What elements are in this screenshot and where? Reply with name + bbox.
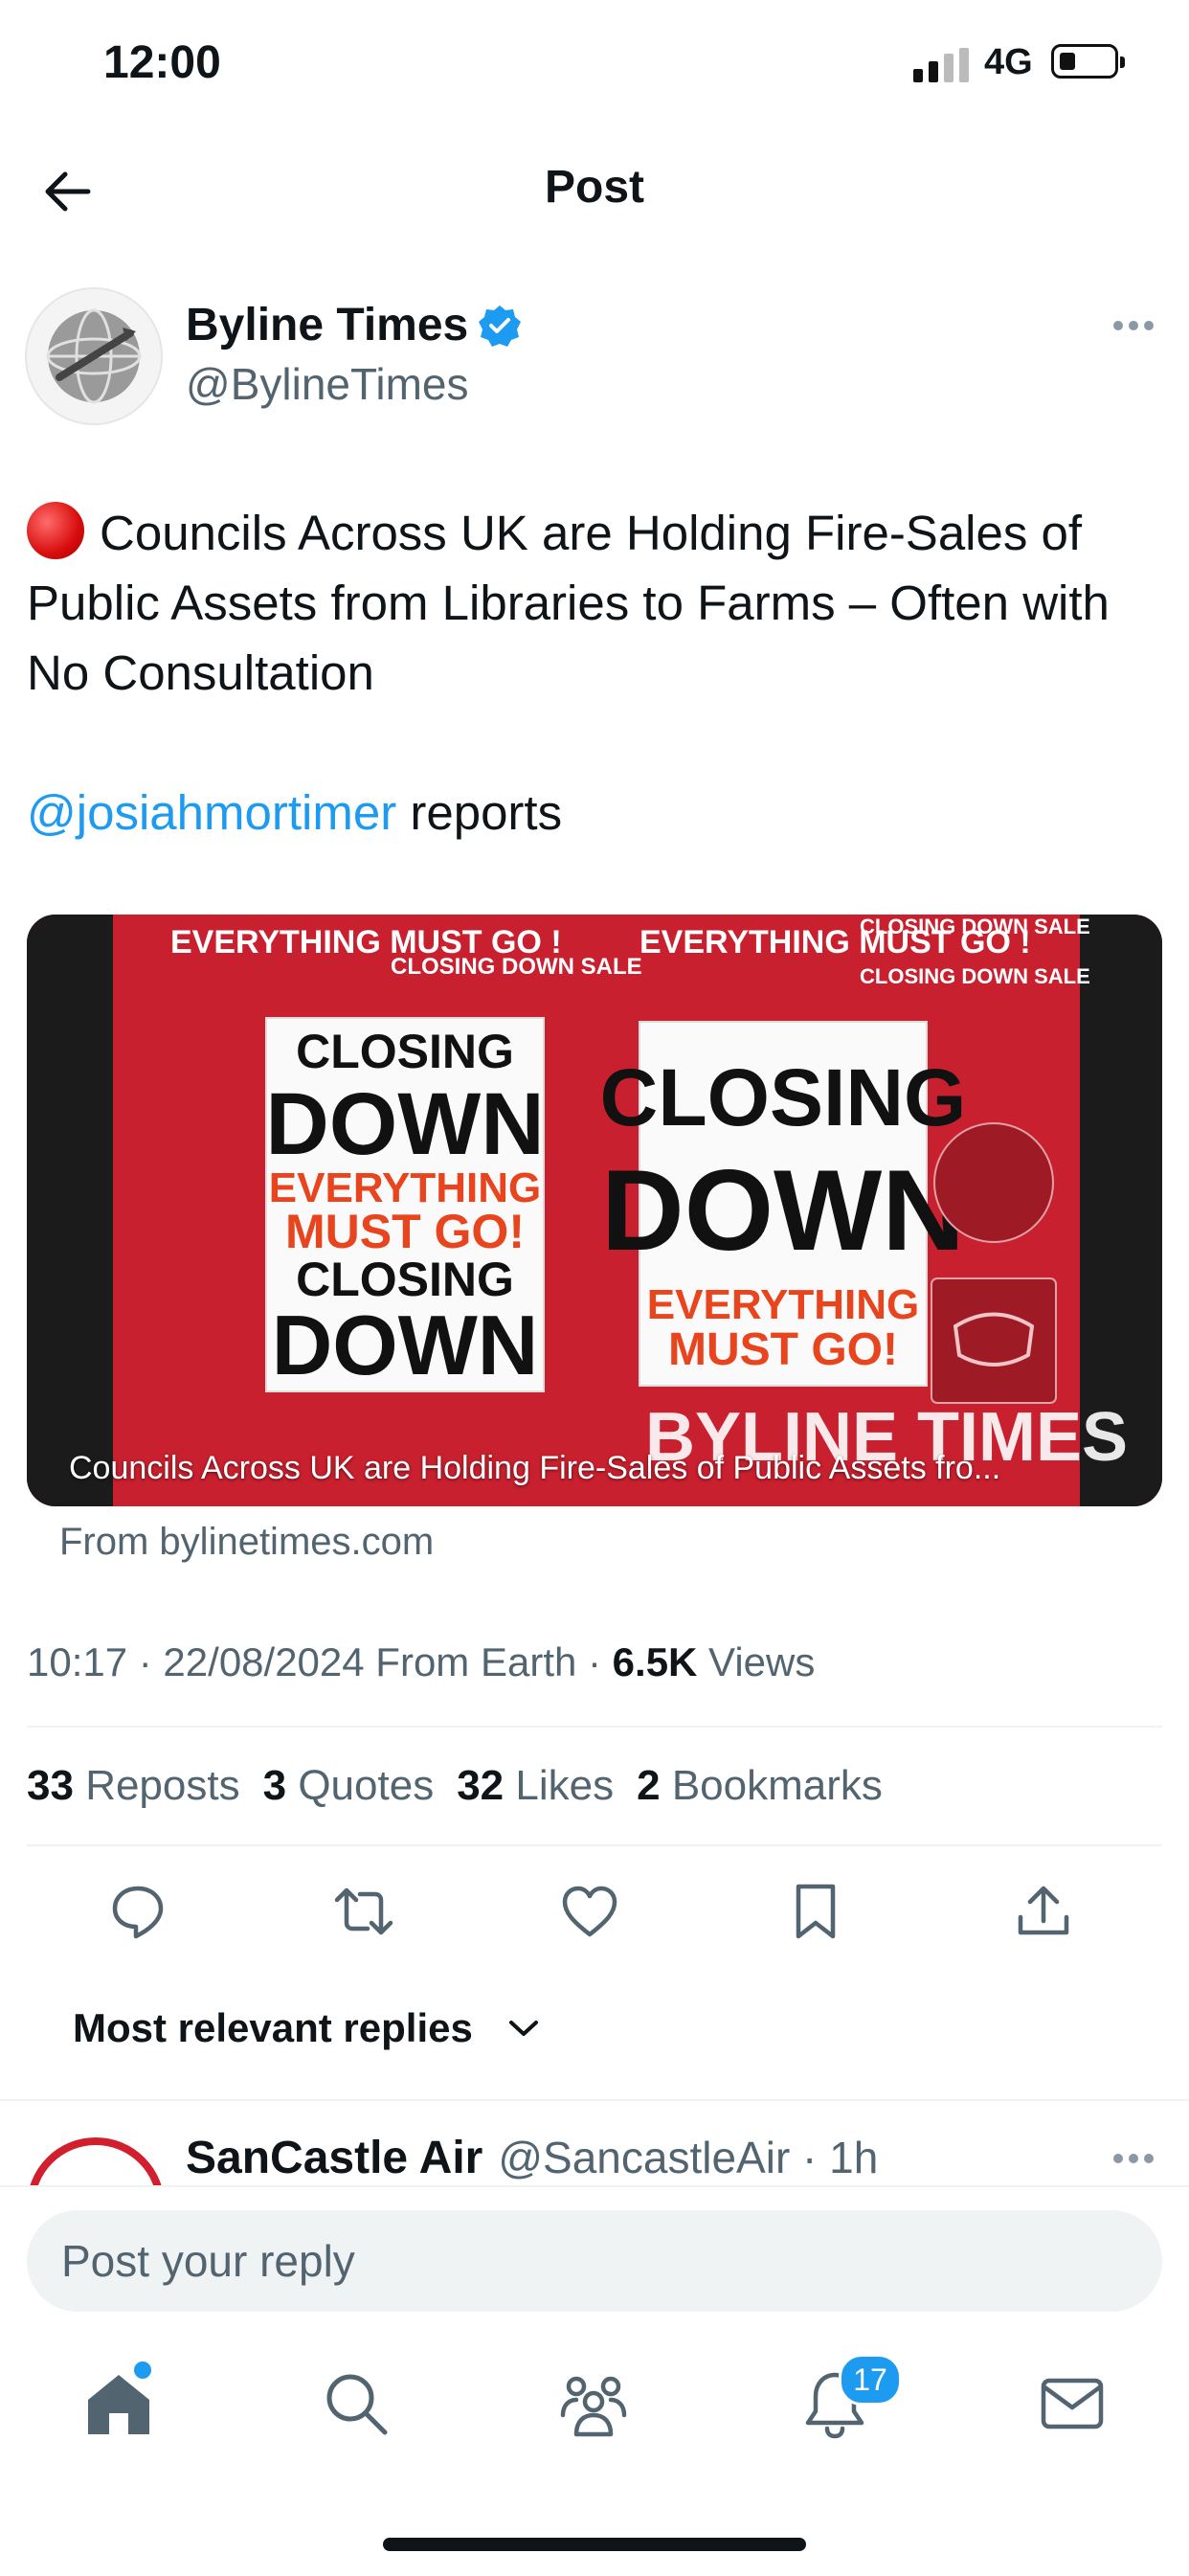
battery-icon — [1051, 44, 1125, 79]
network-type: 4G — [984, 42, 1033, 82]
author-name[interactable]: Byline Times — [186, 299, 522, 351]
link-card[interactable]: EVERYTHING MUST GO ! CLOSING DOWN SALE C… — [27, 915, 1162, 1506]
sign2-everything: EVERYTHING — [647, 1281, 919, 1328]
more-options-icon[interactable] — [1110, 2149, 1156, 2168]
sign2-down: DOWN — [601, 1146, 965, 1275]
messages-mail-icon[interactable] — [1036, 2367, 1109, 2440]
card-image: EVERYTHING MUST GO ! CLOSING DOWN SALE C… — [27, 915, 1162, 1506]
reply-icon[interactable] — [107, 1881, 168, 1942]
replies-sort-label: Most relevant replies — [73, 2005, 473, 2050]
replies-sort-dropdown[interactable]: Most relevant replies — [73, 2005, 540, 2051]
card-caption: Councils Across UK are Holding Fire-Sale… — [69, 1450, 1001, 1486]
notification-count-badge: 17 — [839, 2354, 902, 2406]
author-name-label: Byline Times — [186, 300, 469, 350]
sign1-down: DOWN — [265, 1075, 544, 1173]
author-handle[interactable]: @BylineTimes — [186, 358, 469, 410]
share-icon[interactable] — [1013, 1881, 1074, 1942]
globe-logo-icon — [46, 308, 142, 404]
status-time: 12:00 — [103, 37, 221, 88]
sign1-must-go: MUST GO! — [285, 1205, 525, 1258]
card-source[interactable]: From bylinetimes.com — [59, 1521, 434, 1564]
banner-text-4: CLOSING DOWN SALE — [860, 964, 1090, 988]
sign2-closing: CLOSING — [600, 1052, 967, 1142]
views-label: Views — [697, 1639, 816, 1684]
sign2-must-go: MUST GO! — [668, 1324, 898, 1375]
tweet-headline: Councils Across UK are Holding Fire-Sale… — [27, 506, 1110, 700]
divider — [0, 2099, 1189, 2101]
reply-input[interactable] — [27, 2210, 1162, 2312]
repost-icon[interactable] — [333, 1881, 394, 1942]
chevron-down-icon — [508, 2021, 538, 2036]
banner-text-5: EVERYTHING MUST GO ! — [639, 924, 1031, 960]
post-meta: 10:17 · 22/08/2024 From Earth · 6.5K Vie… — [27, 1639, 815, 1685]
home-unread-dot — [134, 2361, 151, 2379]
signal-icon — [913, 48, 969, 82]
reply-author-name: SanCastle Air — [186, 2133, 483, 2183]
like-heart-icon[interactable] — [559, 1881, 620, 1942]
author-avatar[interactable] — [25, 287, 163, 425]
reply-author[interactable]: SanCastle Air @SancastleAir · 1h — [186, 2132, 878, 2184]
mention-suffix: reports — [396, 785, 563, 840]
divider — [27, 1726, 1162, 1728]
stat-reposts[interactable]: 33 Reposts — [27, 1762, 240, 1810]
more-options-icon[interactable] — [1110, 316, 1156, 335]
banner-text-2: CLOSING DOWN SALE — [391, 954, 642, 980]
communities-icon[interactable] — [557, 2367, 630, 2440]
red-circle-emoji-icon — [27, 502, 84, 559]
tweet-text: Councils Across UK are Holding Fire-Sale… — [27, 498, 1166, 847]
bookmark-icon[interactable] — [785, 1881, 846, 1942]
stat-likes[interactable]: 32 Likes — [457, 1762, 614, 1810]
mention-link[interactable]: @josiahmortimer — [27, 785, 396, 840]
divider — [27, 1844, 1162, 1846]
home-indicator — [383, 2538, 806, 2551]
stat-quotes[interactable]: 3 Quotes — [263, 1762, 435, 1810]
search-icon[interactable] — [320, 2367, 393, 2440]
engagement-stats: 33 Reposts 3 Quotes 32 Likes 2 Bookmarks — [27, 1762, 883, 1810]
sign1-closing: CLOSING — [296, 1025, 514, 1078]
sign1-down-2: DOWN — [272, 1298, 539, 1392]
verified-badge-icon — [479, 305, 522, 347]
stat-bookmarks[interactable]: 2 Bookmarks — [637, 1762, 883, 1810]
page-title: Post — [544, 162, 644, 213]
views-count: 6.5K — [612, 1639, 698, 1684]
reply-author-handle: @SancastleAir · 1h — [498, 2133, 879, 2182]
post-time-date: 10:17 · 22/08/2024 From Earth · — [27, 1639, 613, 1684]
